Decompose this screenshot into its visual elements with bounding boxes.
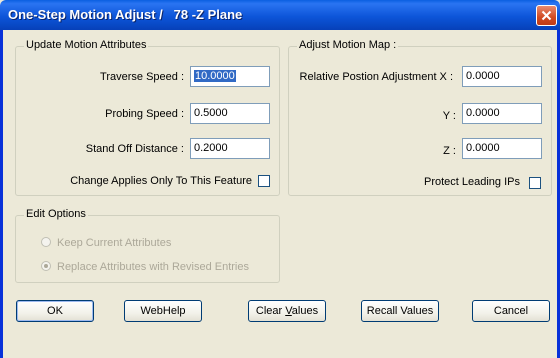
protect-leading-checkbox[interactable]: [529, 177, 541, 189]
webhelp-button[interactable]: WebHelp: [124, 300, 202, 322]
protect-leading-label: Protect Leading IPs: [423, 176, 520, 188]
ok-button[interactable]: OK: [16, 300, 94, 322]
clear-values-button[interactable]: Clear Values: [248, 300, 326, 322]
replace-attributes-option[interactable]: Replace Attributes with Revised Entries: [41, 261, 249, 273]
adjust-motion-group-title: Adjust Motion Map :: [297, 39, 399, 51]
close-button[interactable]: [536, 5, 557, 26]
close-icon: [541, 10, 552, 21]
recall-values-button[interactable]: Recall Values: [361, 300, 439, 322]
z-adjust-input[interactable]: 0.0000: [462, 138, 542, 159]
y-adjust-label: Y :: [442, 110, 456, 122]
cancel-button[interactable]: Cancel: [472, 300, 550, 322]
x-adjust-label: Relative Postion Adjustment X :: [299, 71, 453, 83]
update-motion-group-title: Update Motion Attributes: [24, 39, 149, 51]
ok-button-label: OK: [47, 305, 63, 317]
keep-attributes-option[interactable]: Keep Current Attributes: [41, 237, 171, 249]
probing-speed-input[interactable]: 0.5000: [190, 103, 270, 124]
clear-values-prefix: Clear: [255, 305, 286, 317]
applies-only-checkbox[interactable]: [258, 175, 270, 187]
clear-values-suffix: alues: [291, 305, 319, 317]
webhelp-button-label: WebHelp: [140, 305, 186, 317]
keep-attributes-label: Keep Current Attributes: [57, 237, 172, 249]
recall-values-button-label: Recall Values: [366, 305, 434, 317]
traverse-speed-value: 10.0000: [194, 70, 236, 82]
traverse-speed-label: Traverse Speed :: [100, 71, 184, 83]
keep-attributes-radio[interactable]: [41, 237, 51, 247]
window-title: One-Step Motion Adjust / 78 -Z Plane: [8, 7, 243, 22]
x-adjust-input[interactable]: 0.0000: [462, 66, 542, 87]
z-adjust-label: Z :: [443, 145, 456, 157]
stand-off-distance-label: Stand Off Distance :: [85, 143, 184, 155]
title-bar[interactable]: One-Step Motion Adjust / 78 -Z Plane: [0, 0, 560, 30]
traverse-speed-input[interactable]: 10.0000: [190, 66, 270, 87]
applies-only-label: Change Applies Only To This Feature: [70, 175, 252, 187]
y-adjust-input[interactable]: 0.0000: [462, 103, 542, 124]
replace-attributes-radio[interactable]: [41, 261, 51, 271]
edit-options-group-title: Edit Options: [24, 208, 88, 220]
replace-attributes-label: Replace Attributes with Revised Entries: [57, 261, 249, 273]
probing-speed-label: Probing Speed :: [105, 108, 184, 120]
cancel-button-label: Cancel: [493, 305, 529, 317]
stand-off-distance-input[interactable]: 0.2000: [190, 138, 270, 159]
